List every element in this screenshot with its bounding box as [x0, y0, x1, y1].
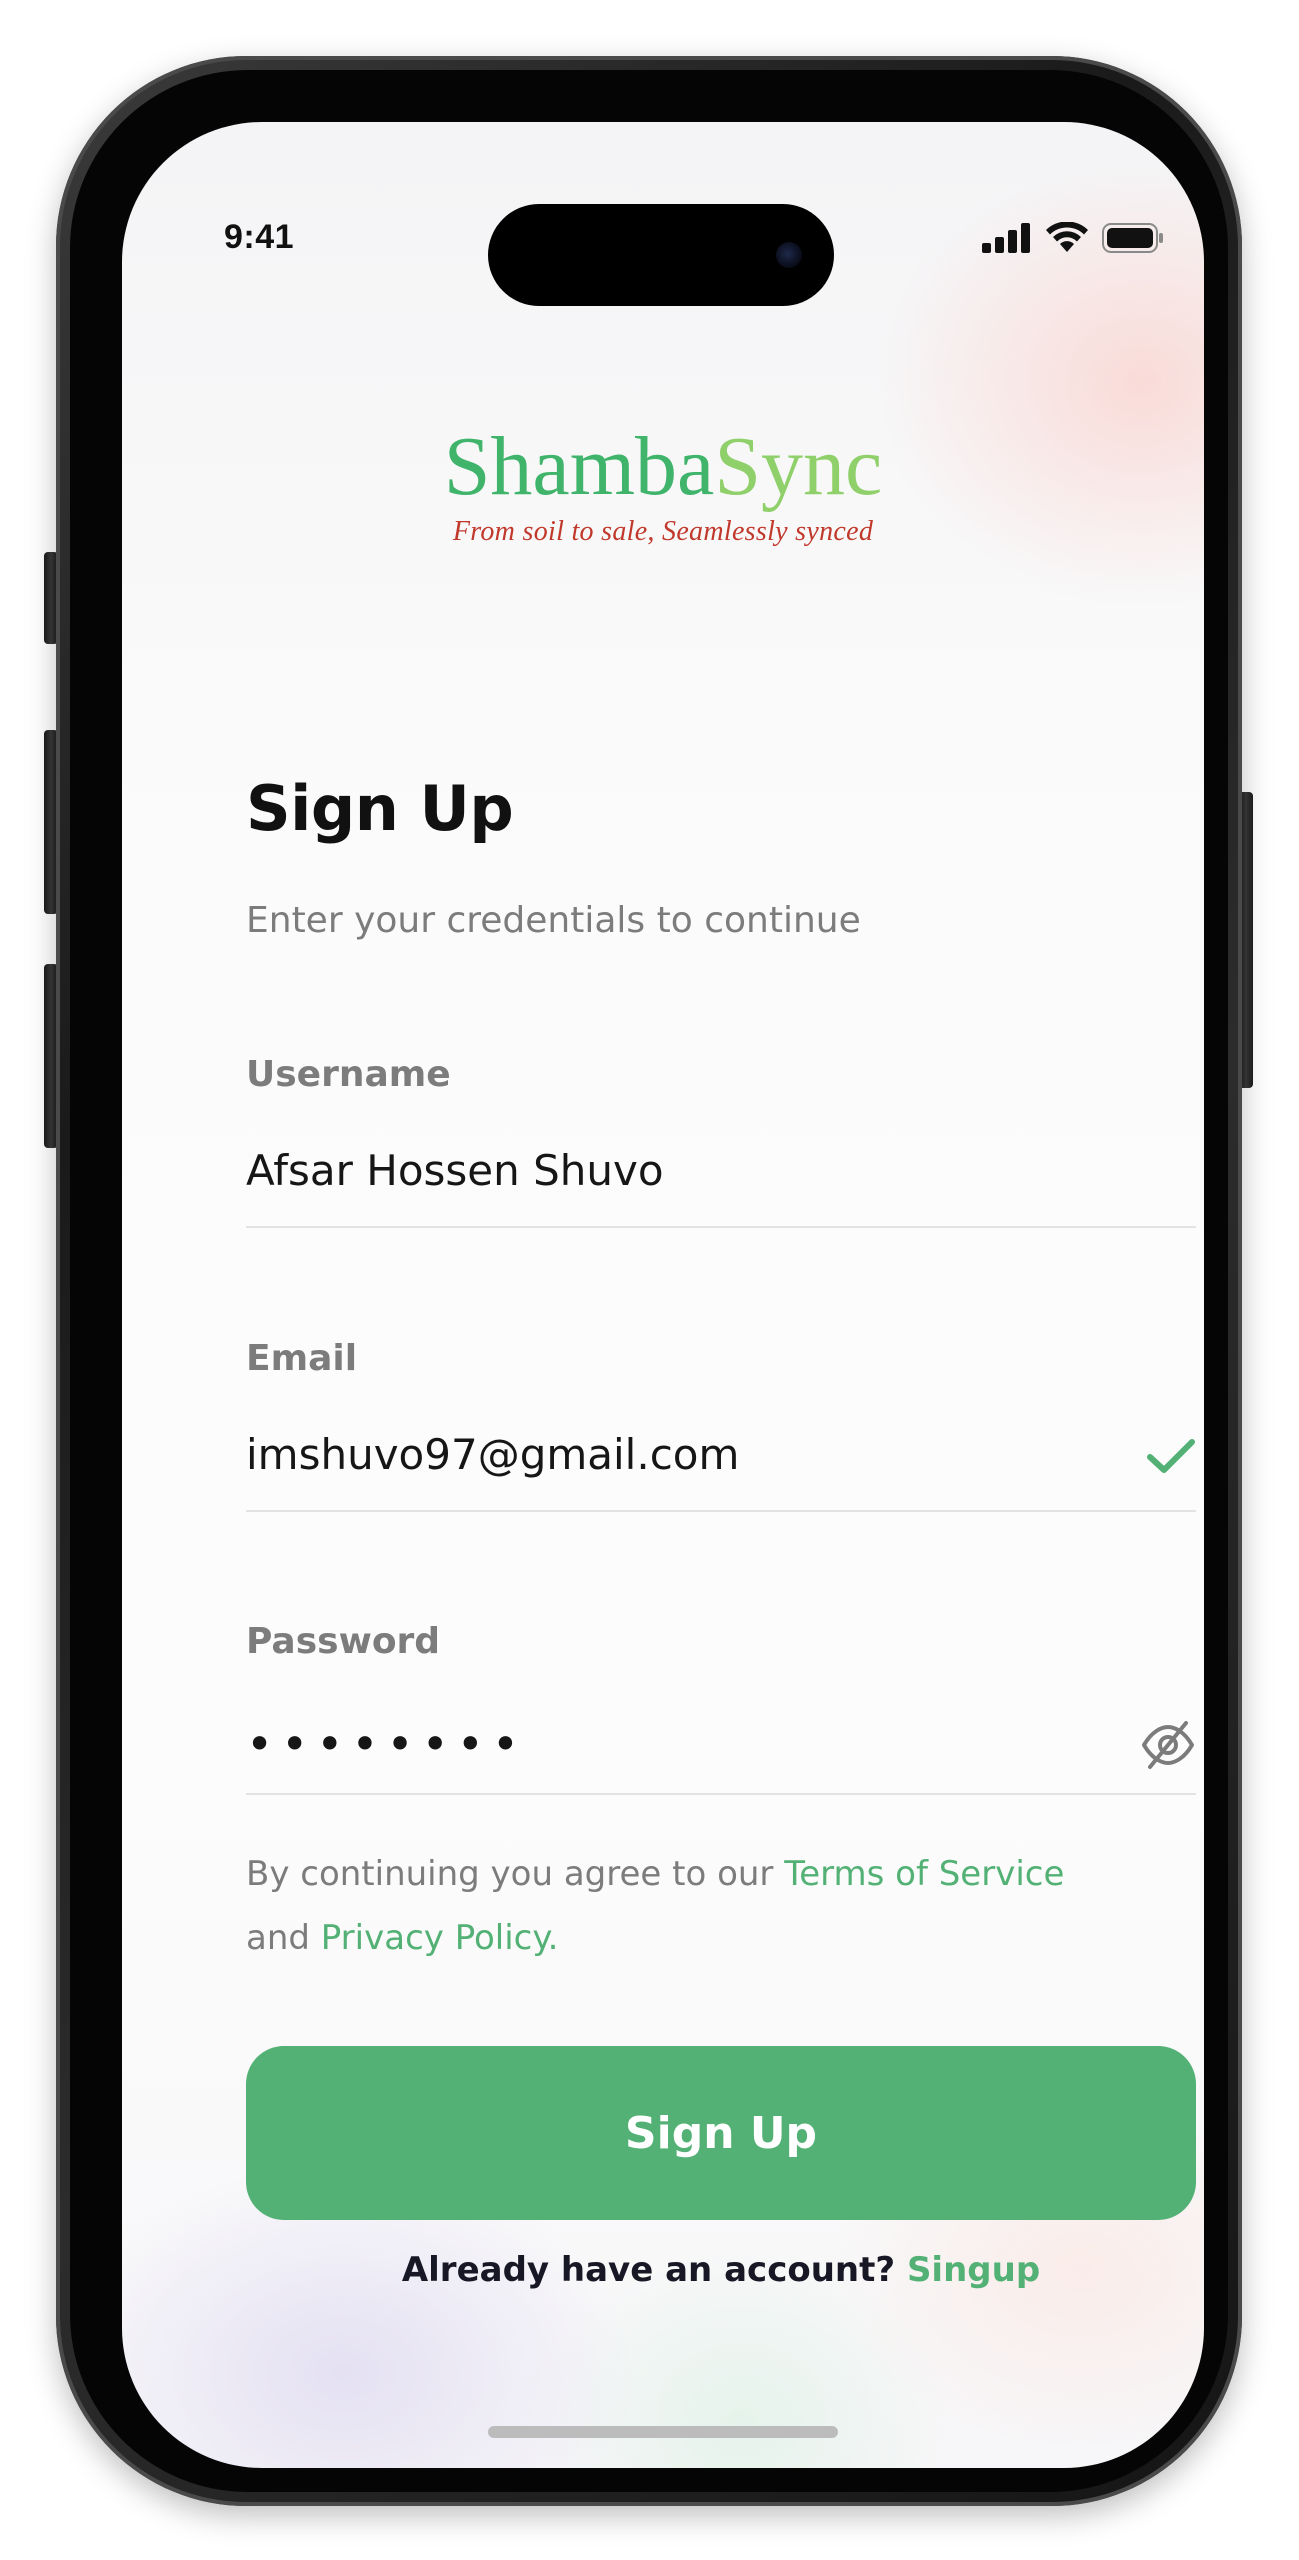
- existing-account-row: Already have an account? Singup: [246, 2250, 1196, 2290]
- app-screen: 9:41 ShambaSync From soil to sale, Seaml…: [122, 122, 1204, 2468]
- page-title: Sign Up: [246, 772, 514, 845]
- terms-middle: and: [246, 1918, 321, 1958]
- phone-bezel: 9:41 ShambaSync From soil to sale, Seaml…: [70, 70, 1228, 2492]
- page-subtitle: Enter your credentials to continue: [246, 900, 861, 941]
- username-label: Username: [246, 1054, 451, 1095]
- wifi-icon: [1046, 222, 1088, 254]
- password-input[interactable]: ••••••••: [246, 1717, 527, 1771]
- dynamic-island: [488, 204, 834, 306]
- email-underline: [246, 1510, 1196, 1512]
- home-indicator[interactable]: [488, 2426, 838, 2438]
- battery-icon: [1102, 223, 1164, 253]
- email-input[interactable]: imshuvo97@gmail.com: [246, 1430, 739, 1479]
- status-time: 9:41: [224, 218, 295, 256]
- privacy-policy-link[interactable]: Privacy Policy.: [321, 1918, 559, 1958]
- phone-frame: 9:41 ShambaSync From soil to sale, Seaml…: [56, 56, 1242, 2506]
- logo-title-secondary: Sync: [714, 420, 883, 513]
- password-underline: [246, 1793, 1196, 1795]
- device-mockup: 9:41 ShambaSync From soil to sale, Seaml…: [0, 0, 1299, 2560]
- logo-title: ShambaSync: [122, 422, 1204, 512]
- status-icons: [982, 222, 1164, 254]
- sign-up-button-label: Sign Up: [624, 2107, 818, 2159]
- logo-title-primary: Shamba: [443, 420, 715, 513]
- cellular-signal-icon: [982, 223, 1032, 253]
- terms-of-service-link[interactable]: Terms of Service: [784, 1854, 1064, 1894]
- existing-account-prompt: Already have an account?: [401, 2250, 907, 2290]
- email-label: Email: [246, 1338, 358, 1379]
- signin-link[interactable]: Singup: [907, 2250, 1040, 2290]
- terms-prefix: By continuing you agree to our: [246, 1854, 785, 1894]
- app-logo: ShambaSync From soil to sale, Seamlessly…: [122, 422, 1204, 548]
- logo-tagline: From soil to sale, Seamlessly synced: [452, 516, 874, 547]
- check-icon: [1146, 1436, 1196, 1480]
- password-label: Password: [246, 1621, 441, 1662]
- username-underline: [246, 1226, 1196, 1228]
- front-camera-icon: [776, 242, 802, 268]
- sign-up-button[interactable]: Sign Up: [246, 2046, 1196, 2220]
- username-input[interactable]: Afsar Hossen Shuvo: [246, 1146, 664, 1195]
- eye-off-icon[interactable]: [1140, 1719, 1196, 1775]
- status-bar: 9:41: [122, 122, 1204, 306]
- terms-notice: By continuing you agree to our Terms of …: [246, 1842, 1204, 1970]
